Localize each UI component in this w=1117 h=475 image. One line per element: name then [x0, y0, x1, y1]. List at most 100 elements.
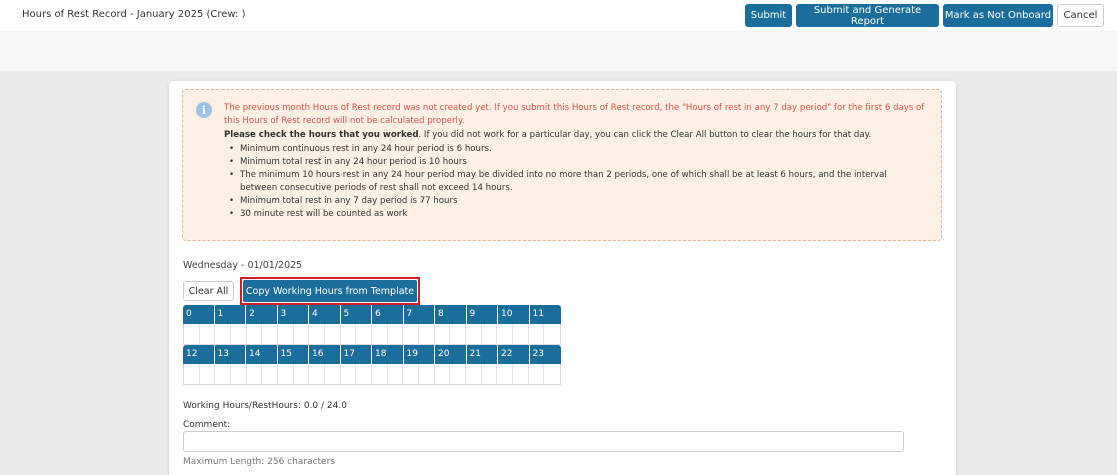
half-hour-cell[interactable] [466, 324, 482, 344]
hour-label: 23 [532, 349, 544, 359]
half-hour-cell[interactable] [450, 364, 467, 384]
hours-grid-am: 0 1 2 3 4 5 6 7 8 9 10 11 [183, 305, 561, 345]
half-hour-cell[interactable] [294, 364, 310, 384]
half-hour-cell[interactable] [403, 324, 420, 344]
rule-item: 30 minute rest will be counted as work [224, 208, 914, 221]
half-hour-cell[interactable] [544, 364, 560, 384]
hour-label: 4 [309, 305, 341, 324]
hours-grid-pm: 12 13 14 15 16 17 18 19 20 21 22 23 [183, 345, 561, 385]
hour-label: 11 [532, 309, 544, 319]
copy-working-hours-from-template-button[interactable]: Copy Working Hours from Template [243, 280, 417, 302]
half-hour-cell[interactable] [482, 324, 498, 344]
hour-label: 21 [467, 345, 498, 364]
hour-label: 20 [435, 345, 467, 364]
half-hour-cell[interactable] [388, 364, 404, 384]
half-hour-cell[interactable] [325, 324, 341, 344]
rule-item: Minimum continuous rest in any 24 hour p… [224, 143, 914, 156]
rule-item: Minimum total rest in any 7 day period i… [224, 195, 914, 208]
half-hour-cell[interactable] [184, 324, 200, 344]
half-hour-cell[interactable] [262, 364, 279, 384]
hour-label: 19 [404, 345, 435, 364]
half-hour-cell[interactable] [482, 364, 498, 384]
cancel-button[interactable]: Cancel [1057, 4, 1104, 27]
half-hour-cell[interactable] [497, 324, 514, 344]
half-hour-cells-pm [183, 364, 561, 385]
hour-label: 1 [215, 305, 246, 324]
hour-label: 18 [372, 345, 404, 364]
half-hour-cell[interactable] [403, 364, 420, 384]
hour-label: 9 [467, 305, 498, 324]
working-rest-hours-summary: Working Hours/RestHours: 0.0 / 24.0 [183, 401, 347, 411]
half-hour-cell[interactable] [356, 364, 373, 384]
check-hours-text: . If you did not work for a particular d… [418, 130, 872, 140]
previous-month-warning: The previous month Hours of Rest record … [224, 103, 925, 126]
half-hour-cell[interactable] [278, 364, 294, 384]
hour-label: 5 [341, 305, 372, 324]
check-hours-bold: Please check the hours that you worked [224, 130, 419, 140]
hour-label: 3 [278, 305, 309, 324]
hour-label: 7 [404, 305, 435, 324]
half-hour-cell[interactable] [262, 324, 279, 344]
hour-label: 6 [372, 305, 404, 324]
half-hour-cell[interactable] [435, 364, 451, 384]
half-hour-cell[interactable] [372, 364, 388, 384]
hours-header-am: 0 1 2 3 4 5 6 7 8 9 10 11 [183, 305, 561, 324]
half-hour-cell[interactable] [450, 324, 467, 344]
mark-as-not-onboard-button[interactable]: Mark as Not Onboard [943, 4, 1053, 27]
sub-header-band [0, 31, 1117, 71]
half-hour-cell[interactable] [372, 324, 388, 344]
half-hour-cell[interactable] [325, 364, 341, 384]
hour-label: 17 [341, 345, 372, 364]
half-hour-cell[interactable] [419, 324, 435, 344]
rule-item: Minimum total rest in any 24 hour period… [224, 156, 914, 169]
hour-label: 2 [246, 305, 278, 324]
half-hour-cell[interactable] [200, 324, 216, 344]
half-hour-cell[interactable] [309, 364, 326, 384]
submit-and-generate-report-button[interactable]: Submit and Generate Report [796, 4, 939, 27]
half-hour-cells-am [183, 324, 561, 345]
half-hour-cell[interactable] [309, 324, 326, 344]
check-hours-instruction: Please check the hours that you worked. … [224, 129, 934, 142]
info-icon: i [196, 102, 212, 118]
half-hour-cell[interactable] [294, 324, 310, 344]
half-hour-cell[interactable] [544, 324, 560, 344]
half-hour-cell[interactable] [419, 364, 435, 384]
comment-input[interactable] [183, 431, 904, 452]
half-hour-cell[interactable] [278, 324, 294, 344]
half-hour-cell[interactable] [231, 364, 247, 384]
half-hour-cell[interactable] [497, 364, 514, 384]
notice-box: i The previous month Hours of Rest recor… [182, 89, 942, 241]
half-hour-cell[interactable] [247, 364, 263, 384]
clear-all-button[interactable]: Clear All [183, 281, 234, 301]
hour-label: 13 [215, 345, 246, 364]
half-hour-cell[interactable] [356, 324, 373, 344]
rule-item: The minimum 10 hours rest in any 24 hour… [224, 169, 914, 195]
submit-button[interactable]: Submit [745, 4, 792, 27]
hour-label: 15 [278, 345, 309, 364]
hour-label: 16 [309, 345, 341, 364]
top-bar: Hours of Rest Record - January 2025 (Cre… [0, 0, 1117, 31]
half-hour-cell[interactable] [341, 324, 357, 344]
half-hour-cell[interactable] [529, 324, 545, 344]
half-hour-cell[interactable] [247, 324, 263, 344]
half-hour-cell[interactable] [513, 364, 529, 384]
hours-header-pm: 12 13 14 15 16 17 18 19 20 21 22 23 [183, 345, 561, 364]
half-hour-cell[interactable] [341, 364, 357, 384]
day-label: Wednesday - 01/01/2025 [183, 260, 303, 271]
rest-rules-list: Minimum continuous rest in any 24 hour p… [224, 143, 914, 221]
half-hour-cell[interactable] [231, 324, 247, 344]
half-hour-cell[interactable] [200, 364, 216, 384]
hour-label: 12 [183, 345, 215, 364]
half-hour-cell[interactable] [466, 364, 482, 384]
half-hour-cell[interactable] [529, 364, 545, 384]
half-hour-cell[interactable] [215, 324, 232, 344]
hour-label: 8 [435, 305, 467, 324]
hour-label: 10 [498, 305, 530, 324]
half-hour-cell[interactable] [215, 364, 232, 384]
half-hour-cell[interactable] [435, 324, 451, 344]
half-hour-cell[interactable] [184, 364, 200, 384]
half-hour-cell[interactable] [388, 324, 404, 344]
half-hour-cell[interactable] [513, 324, 529, 344]
comment-label: Comment: [183, 420, 231, 430]
comment-max-length-hint: Maximum Length: 256 characters [183, 457, 335, 467]
